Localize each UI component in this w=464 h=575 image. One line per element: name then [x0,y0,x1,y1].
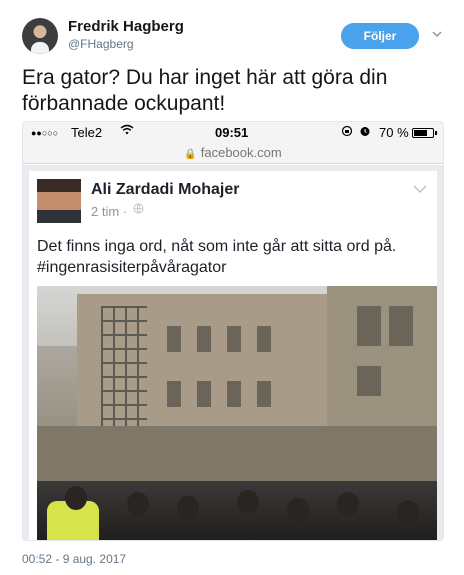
fb-post-text-line1: Det finns inga ord, nåt som inte går att… [37,238,397,255]
battery-icon [412,128,437,138]
phone-time: 09:51 [215,125,249,140]
fb-author-avatar[interactable] [37,179,81,223]
chevron-down-icon[interactable] [431,28,443,40]
fb-separator: · [122,204,128,219]
tweet: Fredrik Hagberg @FHagberg Följer Era gat… [0,0,464,575]
fb-post-text: Det finns inga ord, nåt som inte går att… [37,236,433,278]
fb-chevron-down-icon[interactable] [413,183,427,197]
fb-author-name[interactable]: Ali Zardadi Mohajer [91,181,239,199]
fb-post-photo[interactable] [37,286,437,540]
globe-icon [133,203,144,217]
lock-icon: 🔒 [184,149,197,160]
author-avatar[interactable] [22,18,58,54]
embedded-screenshot[interactable]: ●●○○○ Tele2 09:51 70 % 🔒 facebook.com Al… [22,121,444,541]
wifi-icon [120,124,134,139]
alarm-icon [359,125,371,140]
author-name[interactable]: Fredrik Hagberg [68,18,184,35]
url-text: facebook.com [200,145,282,160]
battery-percentage: 70 % [379,125,409,140]
follow-button[interactable]: Följer [341,23,419,49]
tweet-timestamp[interactable]: 00:52 - 9 aug. 2017 [22,552,126,566]
facebook-post: Ali Zardadi Mohajer 2 tim · Det finns in… [23,165,443,540]
rotation-lock-icon [341,125,353,140]
fb-time-label: 2 tim [91,204,120,219]
tweet-text: Era gator? Du har inget här att göra din… [22,66,388,115]
phone-status-bar: ●●○○○ Tele2 09:51 70 % [23,122,443,144]
carrier-label: Tele2 [71,125,103,140]
url-bar[interactable]: 🔒 facebook.com [23,144,443,164]
fb-post-hashtag[interactable]: #ingenrasisiterpåvåragator [37,257,433,278]
author-handle[interactable]: @FHagberg [68,37,134,51]
signal-dots-icon: ●●○○○ [31,128,59,138]
fb-post-time: 2 tim · [91,204,127,219]
